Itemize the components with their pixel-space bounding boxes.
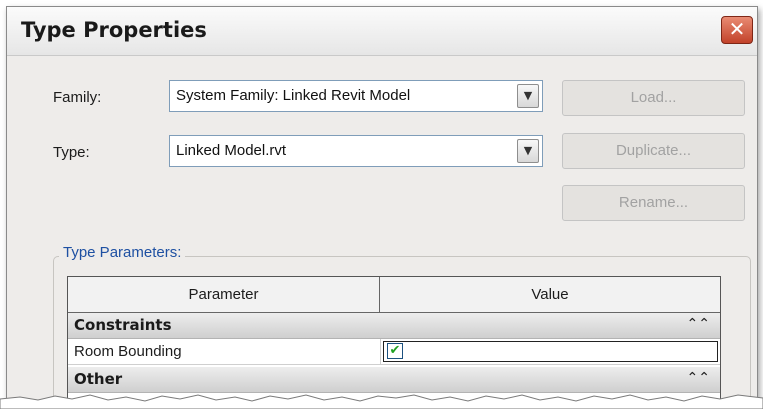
- parameter-row-room-bounding: Room Bounding ✔: [68, 339, 720, 365]
- close-icon: ✕: [728, 17, 746, 41]
- chevron-down-icon[interactable]: ▼: [517, 139, 539, 163]
- group-label: Constraints: [74, 316, 172, 334]
- type-parameters-grid: Parameter Value Constraints ⌃⌃ Room Boun…: [67, 276, 721, 407]
- group-row-other[interactable]: Other ⌃⌃: [68, 367, 720, 393]
- torn-edge: [0, 394, 763, 409]
- type-dropdown[interactable]: Linked Model.rvt ▼: [169, 135, 543, 167]
- family-value: System Family: Linked Revit Model: [176, 87, 411, 104]
- collapse-icon[interactable]: ⌃⌃: [687, 316, 710, 332]
- type-parameters-legend: Type Parameters:: [59, 244, 186, 261]
- group-label: Other: [74, 370, 123, 388]
- value-field[interactable]: ✔: [383, 341, 718, 362]
- type-value: Linked Model.rvt: [176, 142, 287, 159]
- type-properties-dialog: Type Properties ✕ Family: System Family:…: [6, 6, 758, 408]
- parameter-label: Room Bounding: [74, 343, 182, 360]
- column-header-parameter[interactable]: Parameter: [68, 277, 380, 313]
- group-row-constraints[interactable]: Constraints ⌃⌃: [68, 313, 720, 339]
- room-bounding-checkbox[interactable]: ✔: [387, 343, 403, 359]
- rename-button[interactable]: Rename...: [562, 185, 745, 221]
- load-button[interactable]: Load...: [562, 80, 745, 116]
- duplicate-button[interactable]: Duplicate...: [562, 133, 745, 169]
- title-bar: Type Properties ✕: [7, 7, 757, 56]
- value-cell[interactable]: ✔: [380, 339, 720, 364]
- chevron-down-icon[interactable]: ▼: [517, 84, 539, 108]
- type-label: Type:: [53, 144, 90, 161]
- family-label: Family:: [53, 89, 102, 106]
- family-dropdown[interactable]: System Family: Linked Revit Model ▼: [169, 80, 543, 112]
- close-button[interactable]: ✕: [721, 16, 753, 44]
- dialog-title: Type Properties: [21, 18, 207, 42]
- column-header-value[interactable]: Value: [380, 277, 720, 313]
- collapse-icon[interactable]: ⌃⌃: [687, 370, 710, 386]
